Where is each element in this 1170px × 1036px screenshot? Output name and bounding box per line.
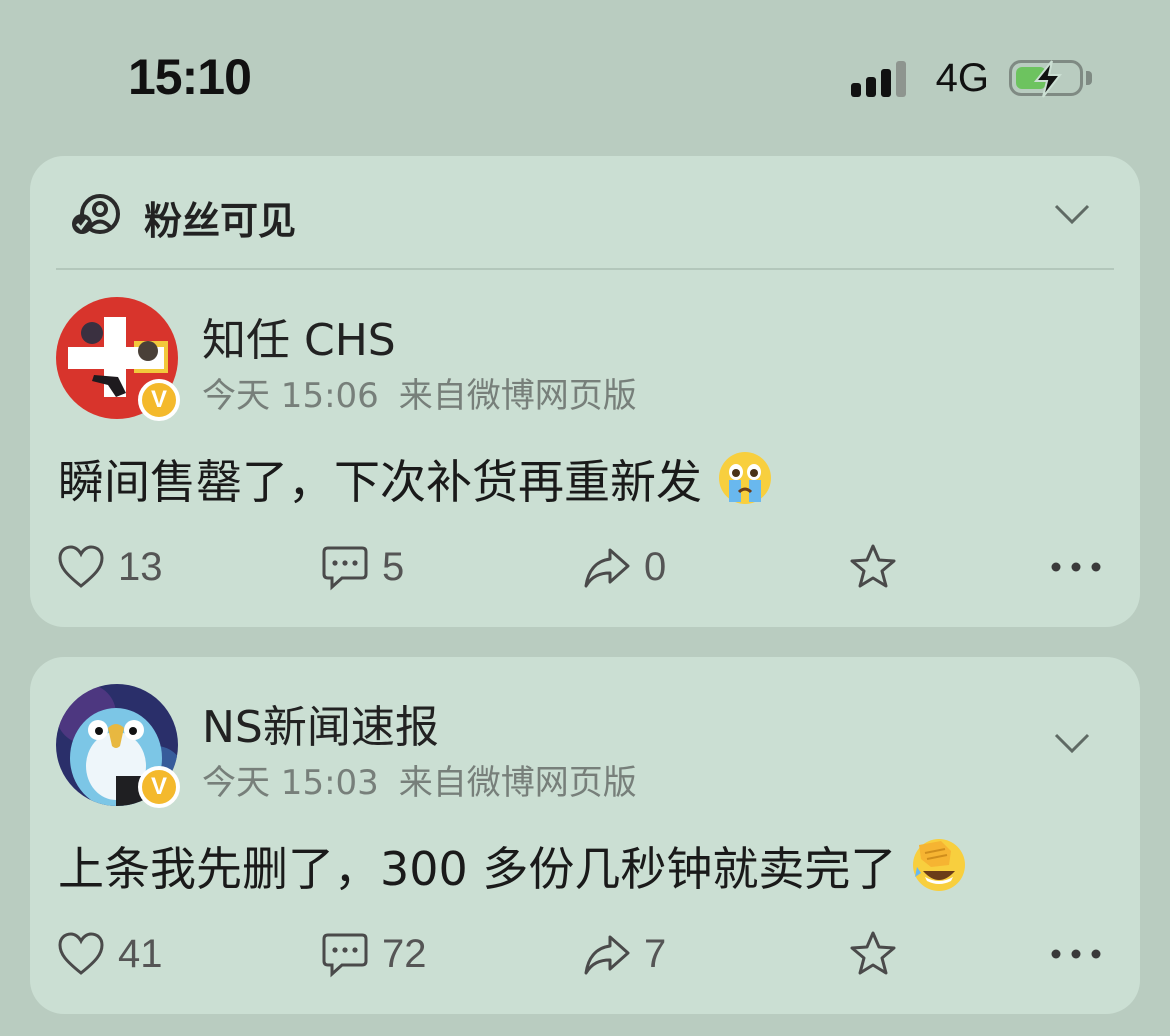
like-count: 13	[118, 544, 163, 589]
more-options-button[interactable]	[1048, 537, 1104, 597]
comment-icon	[322, 933, 368, 978]
star-icon	[850, 931, 896, 975]
verified-badge-icon: V	[138, 379, 180, 421]
comment-icon	[322, 546, 368, 591]
more-dots-icon	[1051, 949, 1101, 959]
username[interactable]: NS新闻速报	[202, 691, 439, 755]
divider	[56, 268, 1114, 270]
repost-button[interactable]: 7	[582, 924, 666, 984]
battery-cap	[1086, 71, 1092, 85]
post-source: 来自微博网页版	[398, 763, 637, 803]
verified-badge-icon: V	[138, 766, 180, 808]
star-icon	[850, 544, 896, 588]
action-bar: 41 72 7	[30, 924, 1140, 984]
repost-count: 7	[644, 931, 667, 976]
repost-count: 0	[644, 544, 667, 589]
status-bar: 15:10 4G	[0, 0, 1170, 150]
post-meta: 今天 15:06 来自微博网页版	[202, 368, 637, 417]
network-type: 4G	[935, 55, 989, 100]
chevron-down-icon[interactable]	[1054, 731, 1090, 755]
post-card[interactable]: 粉丝可见 V 知任 CHS 今天 15:06 来自微博网页版 瞬间售罄了，下次补货…	[30, 156, 1140, 627]
signal-strength-icon	[850, 59, 906, 97]
fans-visible-icon	[72, 194, 120, 234]
post-meta: 今天 15:03 来自微博网页版	[202, 755, 637, 804]
post-card[interactable]: V NS新闻速报 今天 15:03 来自微博网页版 上条我先删了，300 多份几秒…	[30, 657, 1140, 1014]
favorite-button[interactable]	[848, 537, 898, 597]
visibility-label: 粉丝可见	[144, 199, 297, 243]
avatar[interactable]: V	[56, 684, 180, 808]
username[interactable]: 知任 CHS	[202, 304, 396, 368]
post-time: 今天 15:03	[202, 763, 379, 803]
more-dots-icon	[1051, 562, 1101, 572]
post-text: 上条我先删了，300 多份几秒钟就卖完了	[58, 833, 967, 899]
post-time: 今天 15:06	[202, 376, 379, 416]
comment-button[interactable]: 5	[320, 537, 404, 597]
post-text-content: 上条我先删了，300 多份几秒钟就卖完了	[58, 842, 897, 896]
share-arrow-icon	[584, 548, 630, 588]
avatar[interactable]: V	[56, 297, 180, 421]
repost-button[interactable]: 0	[582, 537, 666, 597]
battery-icon	[1009, 60, 1083, 98]
visibility-selector[interactable]: 粉丝可见	[30, 156, 1140, 268]
heart-icon	[58, 932, 104, 975]
comment-count: 5	[382, 544, 405, 589]
status-time: 15:10	[128, 49, 252, 105]
like-count: 41	[118, 931, 163, 976]
share-arrow-icon	[584, 935, 630, 975]
like-button[interactable]: 41	[56, 924, 163, 984]
post-text: 瞬间售罄了，下次补货再重新发	[58, 446, 773, 512]
comment-button[interactable]: 72	[320, 924, 427, 984]
status-indicators: 4G	[850, 55, 1092, 100]
crying-face-icon	[718, 452, 771, 504]
post-source: 来自微博网页版	[398, 376, 637, 416]
favorite-button[interactable]	[848, 924, 898, 984]
more-options-button[interactable]	[1048, 924, 1104, 984]
chevron-down-icon[interactable]	[1054, 202, 1090, 226]
facepalm-laughing-icon	[913, 839, 966, 891]
action-bar: 13 5 0	[30, 537, 1140, 597]
like-button[interactable]: 13	[56, 537, 163, 597]
post-text-content: 瞬间售罄了，下次补货再重新发	[58, 455, 702, 509]
heart-icon	[58, 545, 104, 588]
charging-bolt-icon	[1033, 60, 1063, 98]
comment-count: 72	[382, 931, 427, 976]
